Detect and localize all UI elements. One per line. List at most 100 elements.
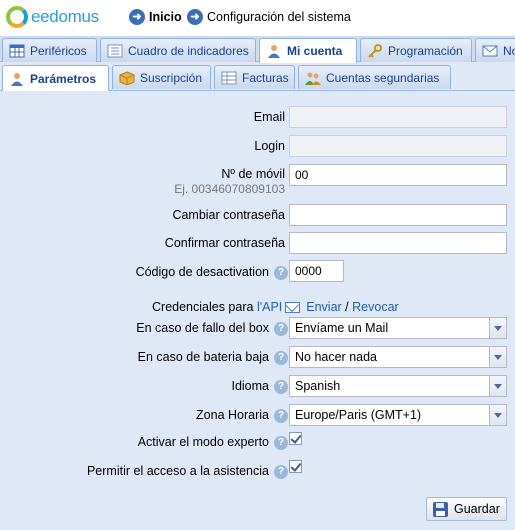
credentials-prefix: Credenciales para — [152, 300, 254, 314]
chevron-down-icon — [494, 412, 502, 418]
tab-programacion[interactable]: Programación — [360, 38, 472, 62]
chevron-down-icon — [494, 325, 502, 331]
mail-icon — [482, 45, 498, 56]
email-label: Email — [253, 110, 285, 124]
language-select[interactable]: Spanish — [289, 375, 507, 397]
arrow-circle-icon: ➜ — [187, 9, 203, 25]
save-button[interactable]: Guardar — [426, 497, 507, 521]
confirm-password-field[interactable] — [289, 232, 507, 254]
home-label: Inicio — [149, 10, 182, 24]
login-field[interactable] — [289, 135, 507, 157]
dropdown-trigger[interactable] — [489, 318, 506, 338]
subtab-label: Facturas — [242, 70, 289, 85]
help-icon[interactable]: ? — [274, 379, 288, 394]
deactivation-code-label: Código de desactivation? — [136, 265, 288, 280]
system-config-link[interactable]: ➜ Configuración del sistema — [187, 9, 351, 25]
language-value: Spanish — [295, 379, 341, 393]
tab-perifericos[interactable]: Periféricos — [2, 38, 97, 62]
chevron-down-icon — [494, 354, 502, 360]
language-text: Idioma — [231, 379, 269, 393]
logo-ring-icon — [6, 6, 28, 28]
tab-label: Programación — [388, 43, 463, 58]
save-disk-icon — [433, 501, 448, 517]
subtab-label: Parámetros — [30, 71, 97, 86]
api-link[interactable]: l'API — [257, 300, 282, 314]
top-bar: eedomus ➜ Inicio ➜ Configuración del sis… — [0, 0, 515, 36]
login-label: Login — [254, 139, 285, 153]
help-icon[interactable]: ? — [274, 265, 288, 280]
logo-text: eedomus — [31, 7, 99, 26]
help-icon[interactable]: ? — [274, 350, 288, 365]
sub-tab-bar: Parámetros Suscripción Facturas Cuentas … — [0, 63, 515, 91]
expert-mode-checkbox[interactable] — [289, 432, 302, 445]
key-icon — [368, 43, 382, 58]
tab-notificaciones[interactable]: No — [475, 38, 515, 62]
tab-label: Periféricos — [30, 43, 87, 58]
dropdown-trigger[interactable] — [489, 405, 506, 425]
help-icon[interactable]: ? — [274, 408, 288, 423]
table-icon — [9, 44, 25, 57]
chevron-down-icon — [494, 383, 502, 389]
confirm-password-label: Confirmar contraseña — [164, 236, 285, 250]
timezone-label: Zona Horaria? — [196, 408, 288, 423]
revoke-link[interactable]: Revocar — [352, 300, 399, 314]
box-failure-select[interactable]: Envíame un Mail — [289, 317, 507, 339]
timezone-value: Europe/Paris (GMT+1) — [295, 408, 422, 422]
tab-mi-cuenta[interactable]: Mi cuenta — [259, 38, 357, 63]
expert-mode-label: Activar el modo experto? — [138, 435, 288, 450]
deactivation-code-text: Código de desactivation — [135, 265, 269, 279]
separator: / — [345, 300, 349, 314]
mobile-hint: Ej. 0034607080910​3 — [174, 182, 285, 196]
box-failure-value: Envíame un Mail — [295, 321, 389, 335]
dropdown-trigger[interactable] — [489, 376, 506, 396]
mobile-label: Nº de móvil — [221, 167, 285, 181]
email-field[interactable] — [289, 106, 507, 128]
tab-facturas[interactable]: Facturas — [214, 65, 295, 89]
help-icon[interactable]: ? — [274, 435, 288, 450]
send-link[interactable]: Enviar — [306, 300, 341, 314]
change-password-label: Cambiar contraseña — [172, 208, 285, 222]
assistance-access-checkbox[interactable] — [289, 460, 302, 473]
mobile-field[interactable] — [289, 164, 507, 186]
low-battery-value: No hacer nada — [295, 350, 378, 364]
save-label: Guardar — [454, 502, 500, 516]
assistance-access-text: Permitir el acceso a la asistencia — [86, 464, 269, 478]
mail-icon — [285, 301, 301, 313]
users-icon — [305, 72, 321, 85]
tab-parametros[interactable]: Parámetros — [2, 65, 109, 91]
timezone-select[interactable]: Europe/Paris (GMT+1) — [289, 404, 507, 426]
eedomus-logo[interactable]: eedomus — [6, 6, 99, 28]
user-icon — [11, 72, 23, 86]
settings-form: Email Login Nº de móvil Ej. 003460708091… — [0, 92, 515, 530]
tab-cuentas-segundarias[interactable]: Cuentas segundarias — [298, 65, 451, 89]
subtab-label: Cuentas segundarias — [326, 70, 440, 85]
tab-suscripcion[interactable]: Suscripción — [112, 65, 211, 89]
box-failure-text: En caso de fallo del box — [136, 321, 269, 335]
dropdown-trigger[interactable] — [489, 347, 506, 367]
tab-label: No — [503, 43, 515, 58]
home-link[interactable]: ➜ Inicio — [129, 9, 182, 25]
box-icon — [119, 70, 135, 85]
low-battery-text: En caso de bateria baja — [137, 350, 269, 364]
main-tab-bar: Periféricos Cuadro de indicadores Mi cue… — [0, 36, 515, 63]
tab-label: Cuadro de indicadores — [128, 43, 249, 58]
system-config-label: Configuración del sistema — [207, 10, 351, 24]
low-battery-select[interactable]: No hacer nada — [289, 346, 507, 368]
expert-mode-text: Activar el modo experto — [137, 435, 269, 449]
tab-dashboard[interactable]: Cuadro de indicadores — [100, 38, 256, 62]
low-battery-label: En caso de bateria baja? — [138, 350, 288, 365]
box-failure-label: En caso de fallo del box? — [136, 321, 288, 336]
assistance-access-label: Permitir el acceso a la asistencia? — [87, 464, 288, 479]
language-label: Idioma? — [231, 379, 288, 394]
change-password-field[interactable] — [289, 204, 507, 226]
table-icon — [221, 71, 237, 84]
help-icon[interactable]: ? — [274, 321, 288, 336]
timezone-text: Zona Horaria — [196, 408, 269, 422]
help-icon[interactable]: ? — [274, 464, 288, 479]
dashboard-icon — [107, 44, 123, 57]
tab-label: Mi cuenta — [287, 44, 343, 58]
subtab-label: Suscripción — [140, 70, 203, 85]
deactivation-code-field[interactable] — [289, 260, 344, 282]
user-icon — [268, 45, 280, 58]
api-credentials-row: Credenciales para l'API Enviar / Revocar — [152, 300, 399, 314]
